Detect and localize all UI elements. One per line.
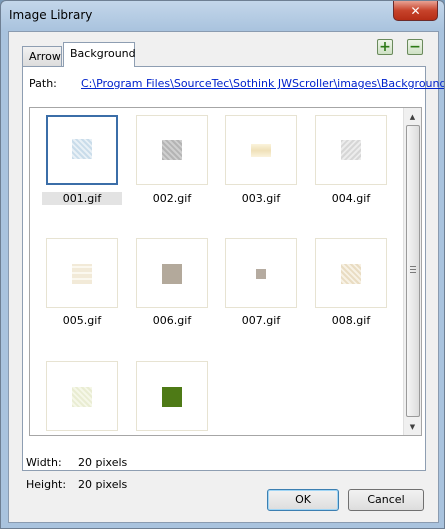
- image-tile-003[interactable]: [225, 115, 297, 185]
- grip-line: [410, 272, 416, 273]
- width-label: Width:: [26, 456, 62, 469]
- thumbnail-009: [72, 387, 92, 407]
- image-gallery: 001.gif 002.gif 003.gif 004.gif 005.gif …: [29, 107, 422, 436]
- image-caption: 001.gif: [42, 192, 122, 205]
- close-button[interactable]: ✕: [393, 1, 438, 21]
- image-tile-001[interactable]: [46, 115, 118, 185]
- thumbnail-010: [162, 387, 182, 407]
- thumbnail-007: [256, 269, 266, 279]
- dialog-client: Arrow Background + − Path: C:\Program Fi…: [8, 31, 444, 523]
- thumbnail-004: [341, 140, 361, 160]
- thumbnail-002: [162, 140, 182, 160]
- path-link[interactable]: C:\Program Files\SourceTec\Sothink JWScr…: [81, 77, 444, 90]
- vertical-scrollbar[interactable]: ▲ ▼: [403, 108, 421, 435]
- image-caption: 003.gif: [241, 192, 281, 205]
- scroll-up-icon[interactable]: ▲: [404, 108, 421, 125]
- image-tile-006[interactable]: [136, 238, 208, 308]
- image-tile-008[interactable]: [315, 238, 387, 308]
- remove-image-button[interactable]: −: [407, 39, 423, 55]
- thumbnail-005: [72, 264, 92, 284]
- cancel-button[interactable]: Cancel: [348, 489, 424, 511]
- path-label: Path:: [29, 77, 57, 90]
- image-tile-005[interactable]: [46, 238, 118, 308]
- image-caption: 008.gif: [331, 314, 371, 327]
- image-tile-010[interactable]: [136, 361, 208, 431]
- image-library-dialog: Image Library ✕ Arrow Background + − Pat…: [0, 0, 445, 529]
- image-caption: 005.gif: [62, 314, 102, 327]
- image-caption: 007.gif: [241, 314, 281, 327]
- grip-line: [410, 266, 416, 267]
- height-label: Height:: [26, 478, 67, 491]
- grip-line: [410, 269, 416, 270]
- window-title: Image Library: [9, 8, 93, 22]
- image-caption: 006.gif: [152, 314, 192, 327]
- scrollbar-thumb[interactable]: [406, 125, 420, 417]
- image-tile-004[interactable]: [315, 115, 387, 185]
- plus-icon: +: [379, 39, 391, 55]
- thumbnail-001: [72, 139, 92, 159]
- tab-background[interactable]: Background: [63, 42, 136, 67]
- image-tile-002[interactable]: [136, 115, 208, 185]
- image-caption: 002.gif: [152, 192, 192, 205]
- ok-button[interactable]: OK: [267, 489, 339, 511]
- thumbnail-006: [162, 264, 182, 284]
- height-value: 20 pixels: [78, 478, 128, 491]
- close-icon: ✕: [410, 3, 421, 18]
- thumbnail-003: [251, 144, 271, 157]
- scroll-down-icon[interactable]: ▼: [404, 418, 421, 435]
- tab-arrow[interactable]: Arrow: [22, 46, 62, 66]
- title-bar: Image Library ✕: [1, 1, 444, 31]
- image-tile-009[interactable]: [46, 361, 118, 431]
- minus-icon: −: [409, 39, 421, 55]
- width-value: 20 pixels: [78, 456, 128, 469]
- image-tile-007[interactable]: [225, 238, 297, 308]
- image-caption: 004.gif: [331, 192, 371, 205]
- thumbnail-008: [341, 264, 361, 284]
- add-image-button[interactable]: +: [377, 39, 393, 55]
